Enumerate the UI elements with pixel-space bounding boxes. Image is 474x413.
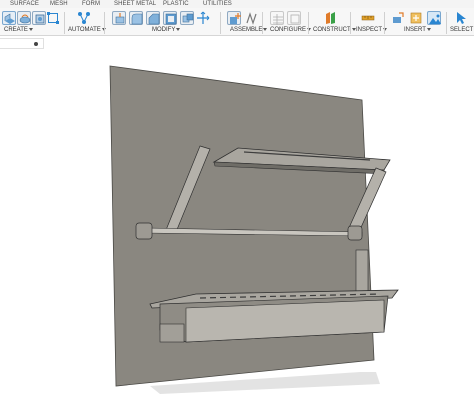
chevron-down-icon [28, 27, 33, 31]
construct-label: CONSTRUCT [313, 27, 351, 33]
joint-icon[interactable] [245, 11, 259, 25]
select-label: SELECT [450, 27, 474, 33]
configure-table-icon[interactable] [270, 11, 284, 25]
workspace-tab-bar: SURFACE MESH FORM SHEET METAL PLASTIC UT… [0, 0, 474, 8]
tab-sheet-metal[interactable]: SHEET METAL [114, 0, 156, 8]
assemble-label: ASSEMBLE [230, 27, 263, 33]
configure-menu[interactable]: CONFIGURE [270, 27, 311, 34]
new-component-icon[interactable] [227, 11, 241, 25]
tab-surface[interactable]: SURFACE [10, 0, 39, 8]
trough-end-cap [159, 323, 185, 343]
tab-mesh[interactable]: MESH [50, 0, 68, 8]
shell-icon[interactable] [163, 11, 177, 25]
configure-label: CONFIGURE [270, 27, 306, 33]
extrude-icon[interactable] [2, 11, 16, 25]
modify-label: MODIFY [152, 27, 176, 33]
measure-icon[interactable] [361, 11, 375, 25]
separator [308, 12, 309, 34]
side-bracket [355, 249, 369, 295]
viewport-canvas[interactable] [0, 50, 474, 413]
offset-plane-icon[interactable] [323, 11, 337, 25]
chevron-down-icon [263, 27, 268, 31]
right-rod-mount [347, 225, 363, 241]
separator [220, 12, 221, 34]
press-pull-icon[interactable] [112, 11, 126, 25]
separator [64, 12, 65, 34]
automate-label: AUTOMATE [68, 27, 101, 33]
select-arrow-icon[interactable] [454, 11, 468, 25]
move-icon[interactable] [196, 11, 210, 25]
chamfer-icon[interactable] [146, 11, 160, 25]
fillet-icon[interactable] [129, 11, 143, 25]
separator [384, 12, 385, 34]
browser-panel-collapsed[interactable] [0, 38, 44, 49]
inspect-menu[interactable]: INSPECT [356, 27, 388, 34]
create-label: CREATE [4, 27, 28, 33]
combine-icon[interactable] [180, 11, 194, 25]
box-icon[interactable] [32, 11, 46, 25]
insert-menu[interactable]: INSERT [404, 27, 431, 34]
insert-derive-icon[interactable] [391, 11, 405, 25]
insert-label: INSERT [404, 27, 426, 33]
insert-mesh-icon[interactable] [409, 11, 423, 25]
separator [104, 12, 105, 34]
configure-rule-icon[interactable] [287, 11, 301, 25]
insert-image-icon[interactable] [427, 11, 441, 25]
inspect-label: INSPECT [356, 27, 383, 33]
separator [262, 12, 263, 34]
create-menu[interactable]: CREATE [4, 27, 33, 34]
separator [350, 12, 351, 34]
modify-menu[interactable]: MODIFY [152, 27, 181, 34]
automate-icon[interactable] [77, 11, 91, 25]
radio-dot-icon[interactable] [34, 42, 38, 46]
automate-menu[interactable]: AUTOMATE [68, 27, 106, 34]
tab-form[interactable]: FORM [82, 0, 100, 8]
toolbar-ribbon: CREATE AUTOMATE MODIFY ASSEMBLE CONFIGUR… [0, 8, 474, 36]
left-rod-mount [135, 222, 153, 240]
revolve-icon[interactable] [17, 11, 31, 25]
chevron-down-icon [176, 27, 181, 31]
model-render [109, 65, 399, 394]
select-menu[interactable]: SELECT [450, 27, 474, 34]
tab-plastic[interactable]: PLASTIC [163, 0, 189, 8]
tab-utilities[interactable]: UTILITIES [203, 0, 232, 8]
sketch-dimension-icon[interactable] [46, 11, 60, 25]
separator [446, 12, 447, 34]
chevron-down-icon [426, 27, 431, 31]
